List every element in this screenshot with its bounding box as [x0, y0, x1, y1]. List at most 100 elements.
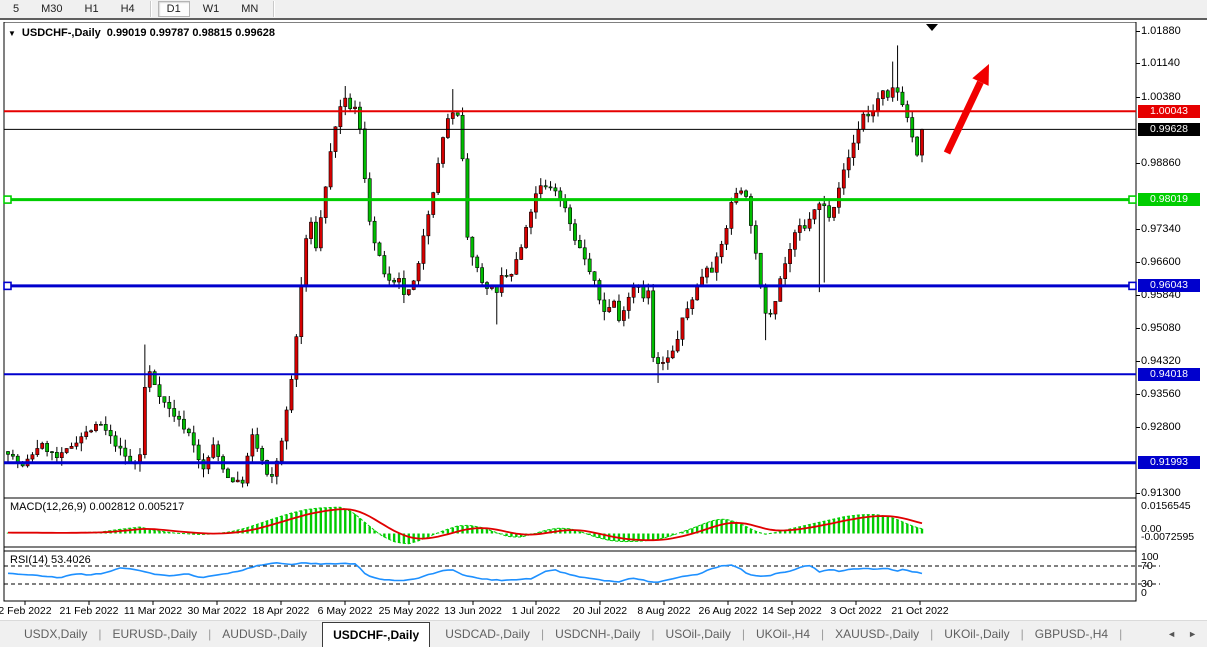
date-label: 6 May 2022: [318, 605, 373, 617]
chart-area[interactable]: ▼ USDCHF-,Daily 0.99019 0.99787 0.98815 …: [0, 22, 1207, 618]
symbol-tab-eurusd[interactable]: EURUSD-,Daily: [102, 627, 207, 641]
candle-down: [129, 456, 132, 463]
price-tick: [1136, 295, 1140, 296]
chart-shift-marker-icon: [926, 24, 938, 31]
line-handle: [1129, 196, 1136, 203]
symbol-tab-usoil[interactable]: USOil-,Daily: [656, 627, 741, 641]
candle-down: [466, 159, 469, 237]
timeframe-button-w1[interactable]: W1: [194, 1, 229, 17]
candle-up: [676, 339, 679, 351]
timeframe-button-5[interactable]: 5: [4, 1, 28, 17]
macd-signal-line: [8, 509, 922, 540]
candle-down: [588, 259, 591, 272]
candle-up: [612, 301, 615, 307]
candle-up: [280, 441, 283, 461]
candle-up: [510, 274, 513, 276]
candle-down: [261, 448, 264, 460]
price-tick: [1136, 63, 1140, 64]
timeframe-button-d1[interactable]: D1: [158, 1, 190, 17]
price-tick-label: 0.97340: [1141, 223, 1181, 235]
symbol-tab-xauusd[interactable]: XAUUSD-,Daily: [825, 627, 929, 641]
tab-separator: |: [1118, 627, 1123, 641]
candle-up: [305, 239, 308, 286]
tab-nav: ◄ ►: [1167, 629, 1197, 639]
candle-up: [251, 435, 254, 456]
chart-canvas: [0, 22, 1207, 618]
candle-down: [363, 129, 366, 179]
candle-down: [544, 186, 547, 187]
candle-down: [46, 443, 49, 451]
symbol-tab-gbpusd[interactable]: GBPUSD-,H4: [1025, 627, 1118, 641]
candle-up: [236, 480, 239, 482]
symbol-tab-usdcnh[interactable]: USDCNH-,Daily: [545, 627, 650, 641]
symbol-tab-usdx[interactable]: USDX,Daily: [14, 627, 97, 641]
candle-up: [295, 337, 298, 380]
symbol-tab-usdchf[interactable]: USDCHF-,Daily: [322, 622, 430, 647]
timeframe-button-mn[interactable]: MN: [232, 1, 267, 17]
dropdown-triangle-icon[interactable]: ▼: [8, 29, 16, 38]
symbol-tab-usdcad[interactable]: USDCAD-,Daily: [435, 627, 540, 641]
candle-up: [334, 127, 337, 152]
candle-up: [847, 158, 850, 170]
price-tick-label: 1.01880: [1141, 25, 1181, 37]
candle-down: [109, 430, 112, 435]
date-label: 13 Jun 2022: [444, 605, 502, 617]
price-tick-label: 0.91300: [1141, 487, 1181, 499]
candle-down: [16, 456, 19, 463]
candle-down: [349, 98, 352, 109]
timeframe-button-h4[interactable]: H4: [112, 1, 144, 17]
candle-up: [735, 193, 738, 202]
candle-up: [647, 291, 650, 298]
candle-up: [500, 275, 503, 292]
candle-up: [412, 281, 415, 290]
price-tick: [1136, 97, 1140, 98]
timeframe-button-h1[interactable]: H1: [76, 1, 108, 17]
candle-down: [119, 446, 122, 448]
candle-up: [920, 129, 923, 155]
price-tick: [1136, 361, 1140, 362]
candle-up: [31, 455, 34, 459]
price-tick-label: 0.93560: [1141, 388, 1181, 400]
symbol-tab-audusd[interactable]: AUDUSD-,Daily: [212, 627, 317, 641]
candle-up: [285, 410, 288, 441]
tab-scroll-right-icon[interactable]: ►: [1188, 629, 1197, 639]
candle-down: [393, 280, 396, 282]
mt4-chart-window: 5M30 H1H4 D1W1MN ▼ USDCHF-,Daily 0.99019 0…: [0, 0, 1207, 647]
candle-up: [862, 114, 865, 129]
candle-up: [661, 362, 664, 363]
candle-down: [55, 452, 58, 457]
candle-down: [461, 115, 464, 159]
candle-down: [896, 88, 899, 92]
candle-up: [666, 358, 669, 363]
candle-down: [163, 397, 166, 403]
candle-down: [99, 424, 102, 425]
candle-up: [207, 457, 210, 469]
candle-down: [241, 480, 244, 483]
candle-down: [182, 419, 185, 429]
trend-arrow-head: [972, 64, 989, 86]
candle-up: [534, 194, 537, 212]
tab-scroll-left-icon[interactable]: ◄: [1167, 629, 1176, 639]
candle-down: [133, 463, 136, 464]
symbol-tab-ukoil[interactable]: UKOil-,H4: [746, 627, 820, 641]
candle-up: [422, 236, 425, 264]
candle-up: [524, 227, 527, 247]
price-tick-label: 0.92800: [1141, 421, 1181, 433]
candle-down: [358, 107, 361, 129]
symbol-tab-ukoil[interactable]: UKOil-,Daily: [934, 627, 1019, 641]
candle-down: [221, 457, 224, 470]
date-label: 14 Sep 2022: [762, 605, 822, 617]
line-handle: [1129, 282, 1136, 289]
candle-down: [476, 257, 479, 268]
candle-up: [842, 170, 845, 188]
candle-up: [319, 218, 322, 248]
timeframe-button-m30[interactable]: M30: [32, 1, 71, 17]
price-tick: [1136, 394, 1140, 395]
candle-up: [432, 193, 435, 215]
candle-up: [881, 91, 884, 99]
candle-up: [725, 228, 728, 244]
candle-up: [622, 311, 625, 321]
candle-up: [872, 111, 875, 116]
candle-down: [192, 433, 195, 445]
candle-up: [407, 290, 410, 295]
